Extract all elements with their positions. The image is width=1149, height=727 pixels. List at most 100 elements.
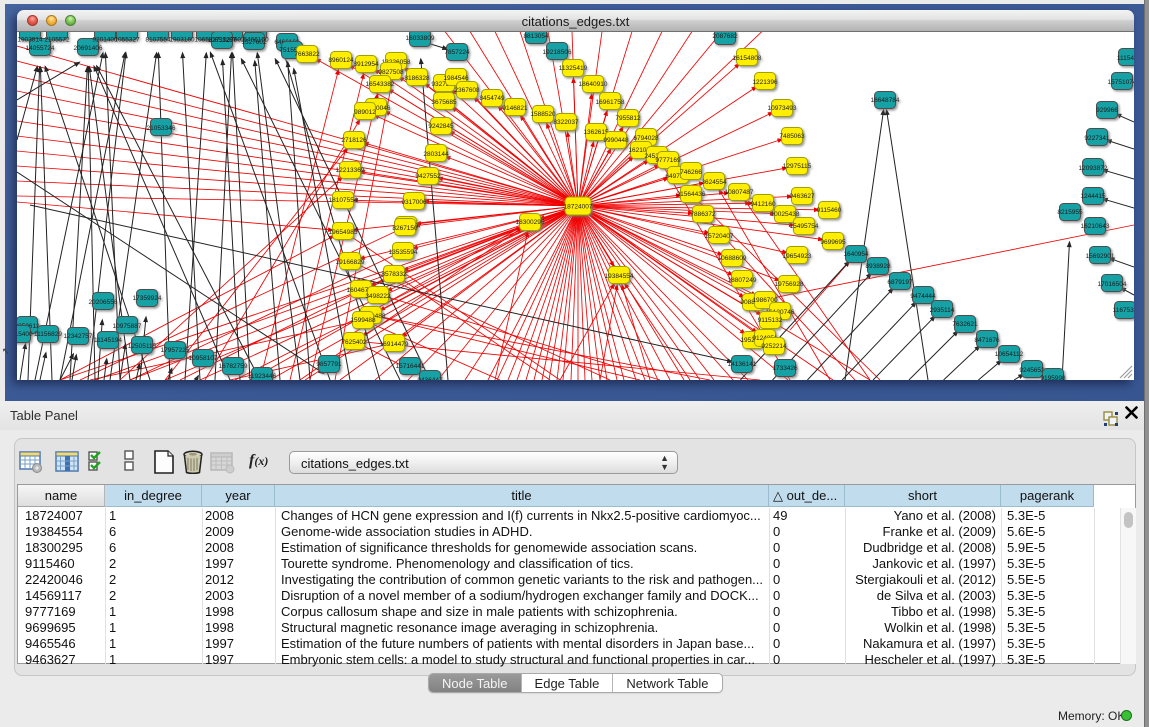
svg-text:19654923: 19654923 (783, 253, 812, 260)
svg-text:16543382: 16543382 (366, 81, 395, 88)
svg-text:13535594: 13535594 (389, 249, 418, 256)
svg-text:21564436: 21564436 (677, 191, 706, 198)
svg-text:9245652: 9245652 (1019, 367, 1045, 374)
svg-text:8960124: 8960124 (328, 57, 354, 64)
svg-text:8471676: 8471676 (974, 337, 1000, 344)
svg-text:1733426: 1733426 (772, 365, 798, 372)
svg-text:11145194: 11145194 (94, 337, 122, 344)
svg-text:1903814: 1903814 (17, 37, 43, 44)
svg-text:9115132: 9115132 (758, 317, 783, 324)
svg-text:15495754: 15495754 (790, 223, 819, 230)
svg-text:2803144: 2803144 (423, 151, 449, 158)
svg-text:8938928: 8938928 (865, 263, 891, 270)
svg-text:3915400: 3915400 (17, 331, 33, 338)
svg-text:11325419: 11325419 (559, 65, 588, 72)
svg-text:746266: 746266 (680, 169, 702, 176)
svg-text:19166829: 19166829 (336, 259, 365, 266)
svg-text:9436447: 9436447 (417, 377, 443, 380)
svg-text:16154808: 16154808 (733, 55, 762, 62)
svg-text:989012: 989012 (354, 109, 376, 116)
svg-text:1244415: 1244415 (1080, 193, 1106, 200)
svg-text:9242845: 9242845 (428, 123, 454, 130)
svg-text:12213369: 12213369 (336, 167, 365, 174)
svg-text:7857224: 7857224 (444, 49, 470, 56)
svg-text:19654985: 19654985 (329, 229, 358, 236)
svg-text:15716441: 15716441 (396, 363, 425, 370)
svg-text:10958107: 10958107 (189, 355, 218, 362)
svg-text:9195998: 9195998 (1040, 375, 1066, 380)
svg-text:8267150: 8267150 (392, 225, 418, 232)
svg-text:21053346: 21053346 (147, 125, 176, 132)
svg-text:7886372: 7886372 (690, 211, 716, 218)
svg-text:1221396: 1221396 (752, 79, 778, 86)
svg-text:12505115: 12505115 (128, 343, 157, 350)
svg-text:12093872: 12093872 (1079, 165, 1108, 172)
svg-text:1903160: 1903160 (169, 37, 195, 44)
svg-text:1588520: 1588520 (530, 111, 556, 118)
svg-text:9317006: 9317006 (401, 199, 427, 206)
svg-text:8215955: 8215955 (1057, 209, 1083, 216)
svg-text:9227341: 9227341 (1084, 135, 1110, 142)
svg-text:20691406: 20691406 (74, 45, 103, 52)
svg-text:1065327: 1065327 (194, 37, 220, 44)
svg-text:16648784: 16648784 (871, 97, 900, 104)
svg-text:7485063: 7485063 (779, 133, 805, 140)
svg-text:10025438: 10025438 (771, 211, 800, 218)
svg-text:10975887: 10975887 (113, 323, 142, 330)
svg-text:9146821: 9146821 (502, 105, 528, 112)
svg-text:17359924: 17359924 (133, 295, 162, 302)
svg-text:14055724: 14055724 (26, 45, 55, 52)
svg-text:6879197: 6879197 (887, 279, 913, 286)
svg-text:19756928: 19756928 (775, 281, 804, 288)
svg-text:2087682: 2087682 (712, 33, 738, 40)
svg-text:9427552: 9427552 (415, 173, 441, 180)
svg-text:9827508: 9827508 (378, 69, 404, 76)
svg-text:10973493: 10973493 (768, 105, 797, 112)
svg-text:2105572: 2105572 (44, 37, 70, 44)
svg-text:8186328: 8186328 (404, 75, 430, 82)
svg-text:11156829: 11156829 (34, 331, 62, 338)
svg-text:10807487: 10807487 (725, 189, 754, 196)
svg-text:19384554: 19384554 (605, 273, 634, 280)
svg-text:8578332: 8578332 (381, 271, 407, 278)
svg-text:16033809: 16033809 (406, 35, 435, 42)
svg-text:3624554: 3624554 (701, 179, 727, 186)
svg-text:8813054: 8813054 (523, 33, 549, 40)
svg-text:16914479: 16914479 (380, 341, 409, 348)
svg-text:11923446: 11923446 (248, 373, 277, 380)
svg-text:12975115: 12975115 (783, 163, 812, 170)
svg-text:18724007: 18724007 (564, 204, 593, 211)
svg-text:6466160: 6466160 (243, 37, 269, 44)
svg-text:8912954: 8912954 (353, 61, 379, 68)
svg-text:1599488: 1599488 (350, 317, 376, 324)
svg-text:18107554: 18107554 (329, 197, 358, 204)
svg-text:16210643: 16210643 (1081, 223, 1110, 230)
svg-text:12342757: 12342757 (64, 333, 93, 340)
svg-text:1640954: 1640954 (843, 251, 869, 258)
svg-text:2367608: 2367608 (454, 87, 480, 94)
svg-text:17016504: 17016504 (1098, 281, 1127, 288)
svg-text:7663822: 7663822 (294, 51, 320, 58)
svg-text:9777169: 9777169 (655, 157, 681, 164)
svg-text:9463627: 9463627 (789, 193, 815, 200)
svg-text:18300295: 18300295 (516, 219, 545, 226)
svg-text:6794028: 6794028 (633, 135, 659, 142)
svg-text:1167533: 1167533 (1113, 307, 1134, 314)
svg-text:7632621: 7632621 (952, 321, 978, 328)
svg-text:929966: 929966 (1096, 107, 1118, 114)
svg-text:8107554: 8107554 (145, 37, 171, 44)
svg-text:8322037: 8322037 (553, 119, 579, 126)
svg-text:7625402: 7625402 (341, 339, 367, 346)
svg-text:20206556: 20206556 (89, 299, 118, 306)
svg-text:2935114: 2935114 (930, 307, 955, 314)
svg-text:1055327: 1055327 (114, 37, 140, 44)
svg-text:3498222: 3498222 (365, 293, 391, 300)
svg-text:2718126: 2718126 (341, 137, 367, 144)
svg-text:15720407: 15720407 (705, 233, 734, 240)
svg-text:18640910: 18640910 (579, 81, 608, 88)
svg-text:1115480: 1115480 (1117, 55, 1134, 62)
svg-text:16961758: 16961758 (596, 99, 625, 106)
svg-text:14136141: 14136141 (728, 361, 757, 368)
svg-text:10654112: 10654112 (995, 351, 1024, 358)
svg-text:9115460: 9115460 (817, 207, 842, 214)
